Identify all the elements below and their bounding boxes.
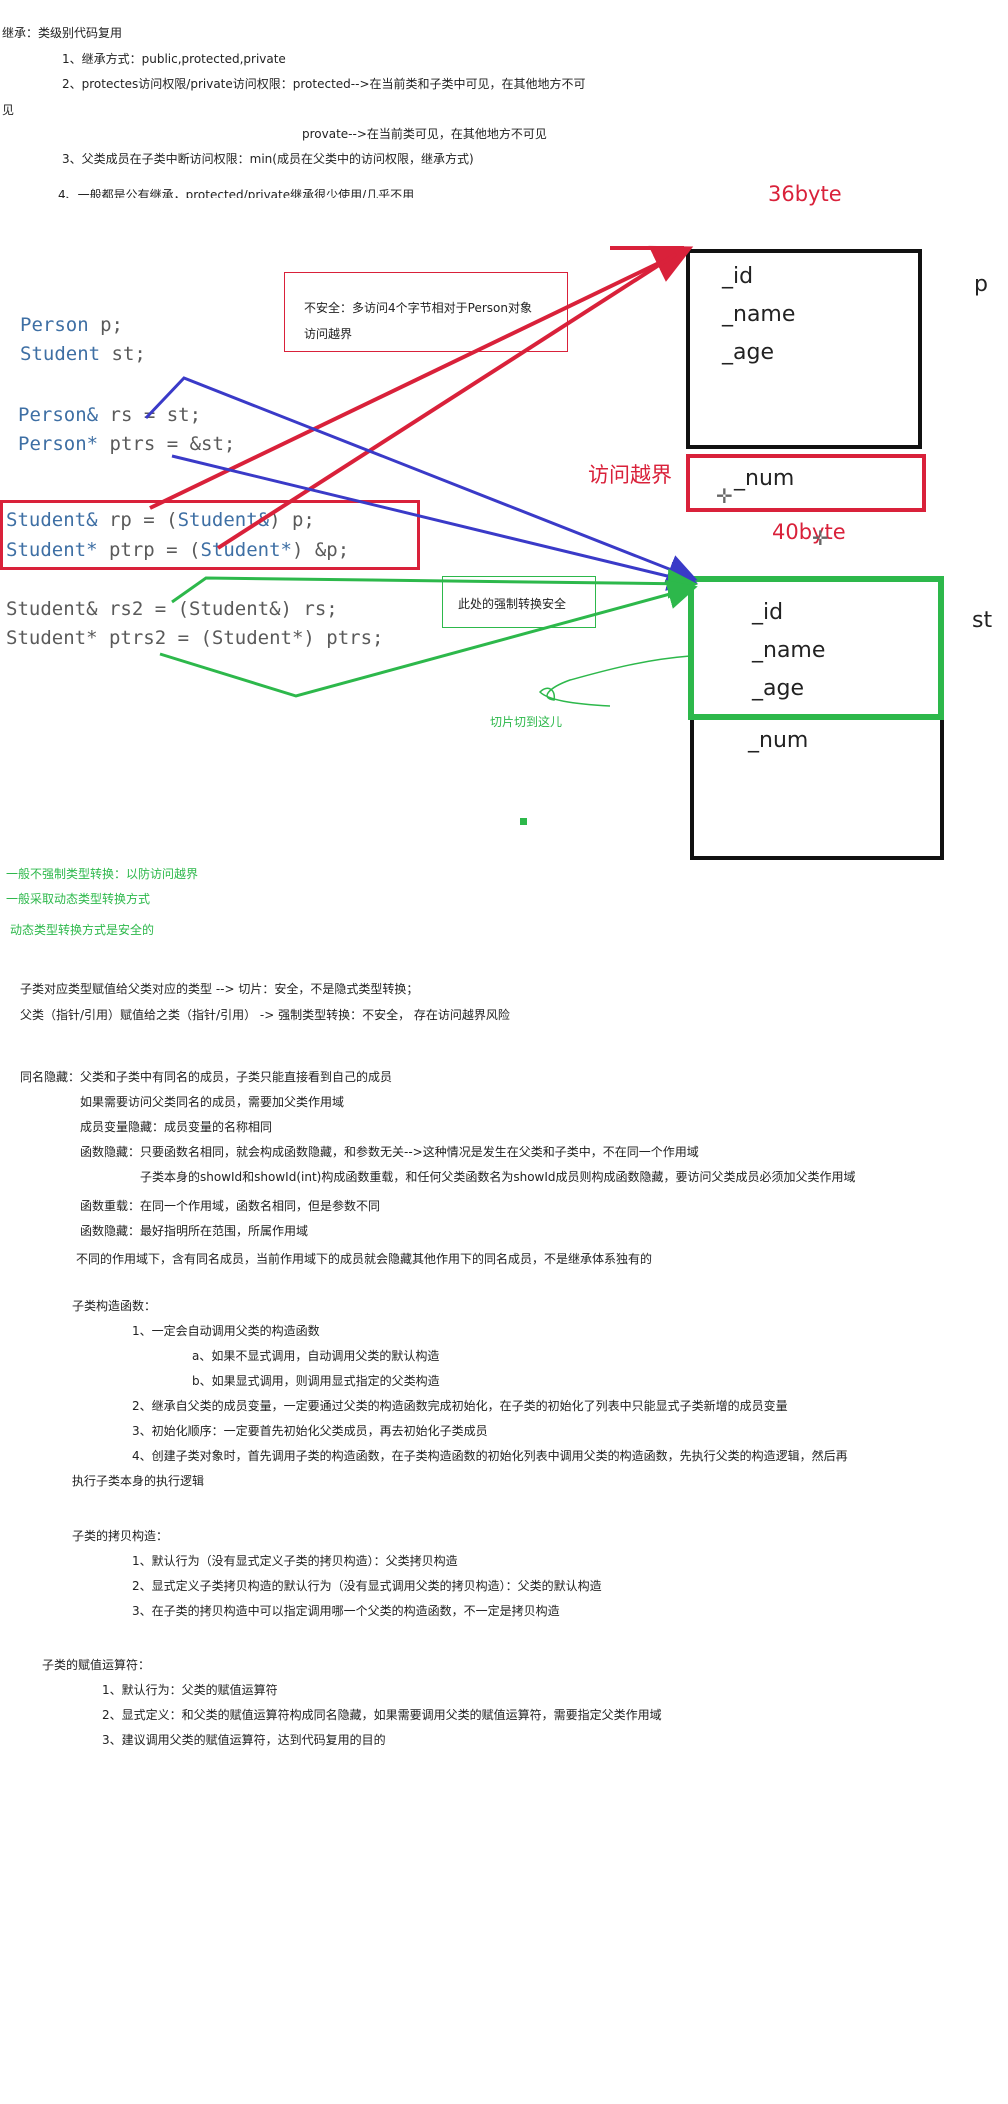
slicing-line-1: 子类对应类型赋值给父类对应的类型 --> 切片：安全，不是隐式类型转换； [20,982,419,996]
copy-ctor-line-2: 2、显式定义子类拷贝构造的默认行为（没有显式调用父类的拷贝构造）：父类的默认构造 [132,1579,602,1593]
ctor-line-1: 1、一定会自动调用父类的构造函数 [132,1324,320,1338]
green-note-3: 动态类型转换方式是安全的 [10,923,155,937]
hiding-line-3: 函数隐藏：只要函数名相同，就会构成函数隐藏，和参数无关-->这种情况是发生在父类… [80,1145,699,1159]
code-line-person-ref: Person& rs = st; [18,404,202,426]
person-field-age: _age [722,340,774,365]
student-field-name: _name [752,638,826,663]
out-of-bounds-field-num: _num [734,466,795,491]
hiding-line-1: 如果需要访问父类同名的成员，需要加父类作用域 [80,1095,345,1109]
student-field-num: _num [748,728,809,753]
ctor-line-2: 2、继承自父类的成员变量，一定要通过父类的构造函数完成初始化，在子类的初始化了列… [132,1399,788,1413]
ctor-line-1a: a、如果不显式调用，自动调用父类的默认构造 [192,1349,440,1363]
student-field-age: _age [752,676,804,701]
code-line-person-p: Person p; [20,314,123,336]
cursor-crosshair-icon-2: ✛ [812,526,829,550]
code-line-person-ptr: Person* ptrs = &st; [18,433,236,455]
assign-title: 子类的赋值运算符： [42,1658,151,1672]
copy-ctor-title: 子类的拷贝构造： [72,1529,169,1543]
notes-item-3: 3、父类成员在子类中断访问权限：min(成员在父类中的访问权限，继承方式) [62,152,474,166]
person-field-name: _name [722,302,796,327]
notes-title: 继承：类级别代码复用 [2,26,123,40]
green-squiggle [538,655,691,707]
notes-item-4: 4、一般都是公有继承，protected/private继承很少使用/几乎不用 [58,188,415,198]
copy-ctor-line-3: 3、在子类的拷贝构造中可以指定调用哪一个父类的构造函数，不一定是拷贝构造 [132,1604,560,1618]
size-label-p: 36byte [768,182,842,206]
hiding-line-2: 成员变量隐藏：成员变量的名称相同 [80,1120,273,1134]
size-label-st: 40byte [772,520,846,544]
safe-note-text: 此处的强制转换安全 [458,597,567,611]
ctor-line-4-wrap: 执行子类本身的执行逻辑 [72,1474,205,1488]
notes-item-2-private: provate-->在当前类可见，在其他地方不可见 [302,127,547,141]
code-line-student-ref-rs2: Student& rs2 = (Student&) rs; [6,598,338,620]
notes-item-2-wrap: 见 [2,103,15,117]
ctor-line-3: 3、初始化顺序：一定要首先初始化父类成员，再去初始化子类成员 [132,1424,488,1438]
code-line-student-st: Student st; [20,343,146,365]
notes-item-2: 2、protectes访问权限/private访问权限：protected-->… [62,77,586,91]
object-label-p: p [974,272,988,297]
ctor-title: 子类构造函数： [72,1299,157,1313]
person-field-id: _id [722,264,754,289]
slice-note: 切片切到这儿 [490,715,563,729]
hiding-title: 同名隐藏：父类和子类中有同名的成员，子类只能直接看到自己的成员 [20,1070,393,1084]
unsafe-cast-highlight [0,500,420,570]
hiding-line-7: 不同的作用域下，含有同名成员，当前作用域下的成员就会隐藏其他作用下的同名成员，不… [76,1252,653,1266]
slicing-line-2: 父类（指针/引用）赋值给之类（指针/引用） -> 强制类型转换：不安全， 存在访… [20,1008,510,1022]
assign-line-3: 3、建议调用父类的赋值运算符，达到代码复用的目的 [102,1733,386,1747]
hiding-line-6: 函数隐藏：最好指明所在范围，所属作用域 [80,1224,309,1238]
unsafe-note-line1: 不安全：多访问4个字节相对于Person对象 [304,301,532,315]
hiding-line-4: 子类本身的showId和showId(int)构成函数重载，和任何父类函数名为s… [140,1170,856,1184]
assign-line-1: 1、默认行为：父类的赋值运算符 [102,1683,278,1697]
ctor-line-4: 4、创建子类对象时，首先调用子类的构造函数，在子类构造函数的初始化列表中调用父类… [132,1449,848,1463]
cursor-crosshair-icon: ✛ [716,484,733,508]
green-note-1: 一般不强制类型转换：以防访问越界 [6,867,199,881]
copy-ctor-line-1: 1、默认行为（没有显式定义子类的拷贝构造）：父类拷贝构造 [132,1554,458,1568]
assign-line-2: 2、显式定义：和父类的赋值运算符构成同名隐藏，如果需要调用父类的赋值运算符，需要… [102,1708,662,1722]
student-field-id: _id [752,600,784,625]
green-note-2: 一般采取动态类型转换方式 [6,892,151,906]
hiding-line-5: 函数重载：在同一个作用域，函数名相同，但是参数不同 [80,1199,381,1213]
out-of-bounds-label: 访问越界 [588,463,672,487]
code-line-student-ptr-ptrs2: Student* ptrs2 = (Student*) ptrs; [6,627,384,649]
green-dot [520,818,527,825]
object-label-st: st [972,608,993,633]
ctor-line-1b: b、如果显式调用，则调用显式指定的父类构造 [192,1374,440,1388]
unsafe-note-line2: 访问越界 [304,327,353,341]
notes-item-1: 1、继承方式：public,protected,private [62,52,286,66]
